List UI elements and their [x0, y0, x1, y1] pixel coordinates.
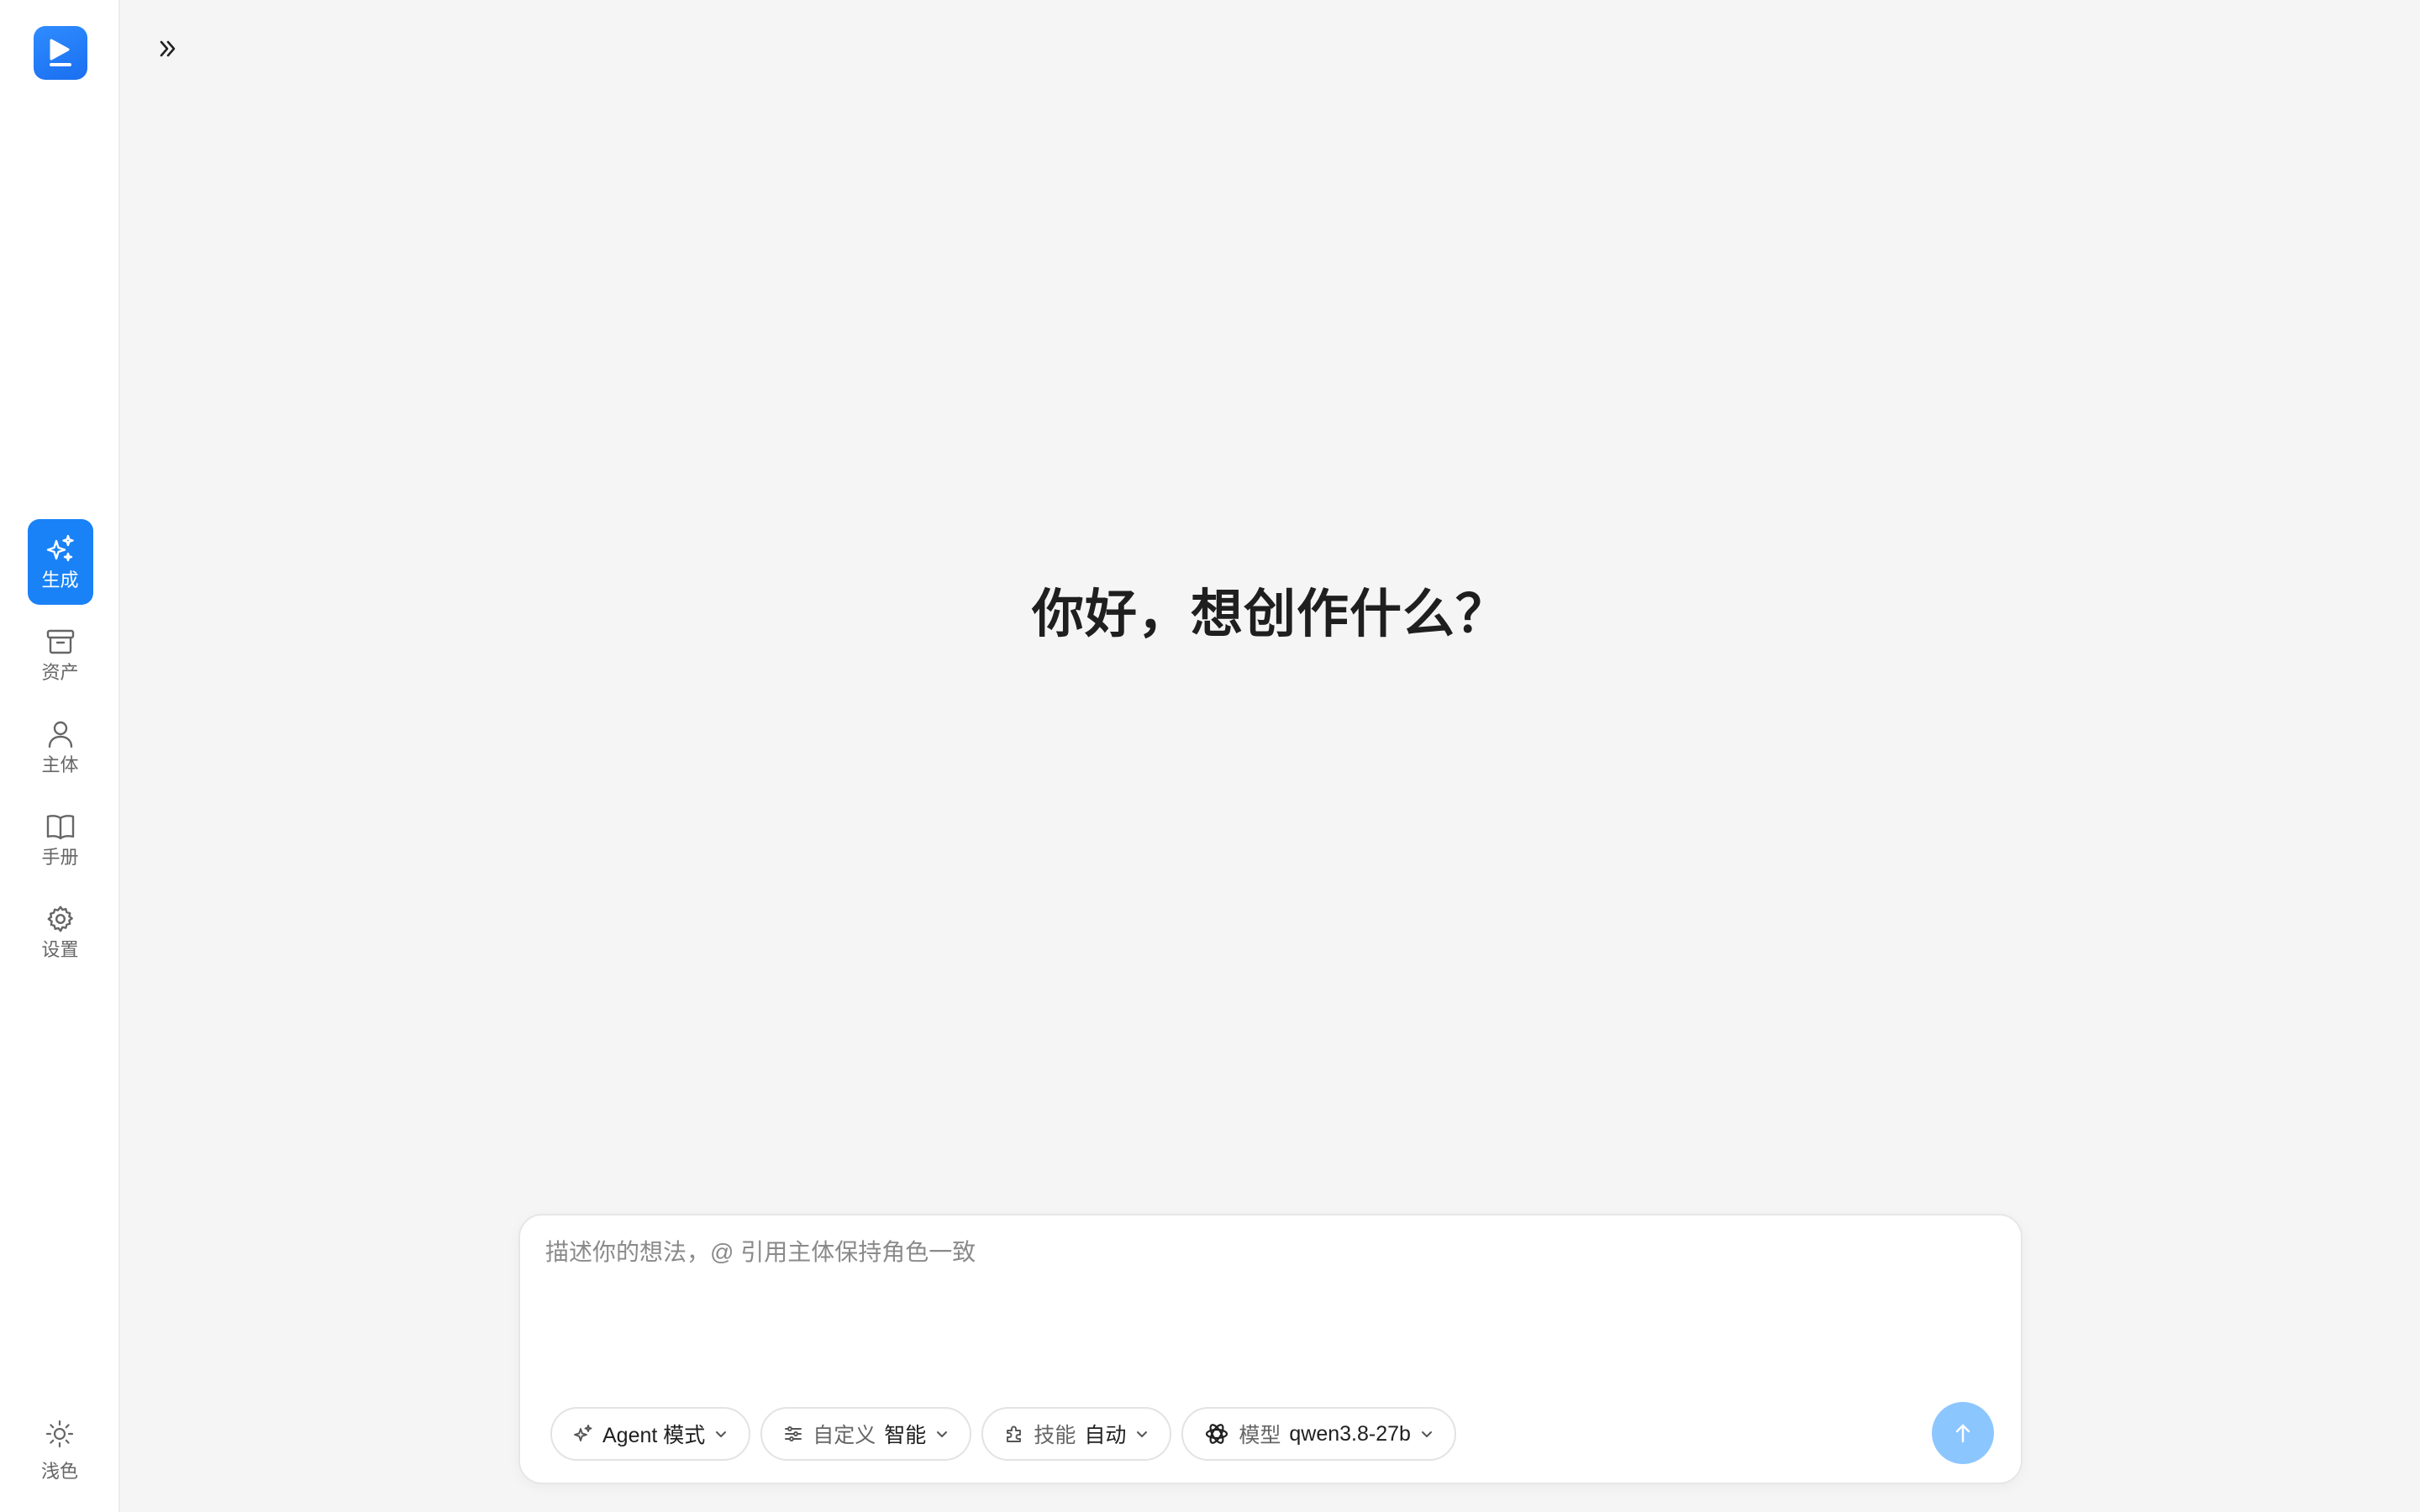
custom-label: 自定义	[813, 1424, 876, 1447]
expand-sidebar-button[interactable]	[151, 32, 185, 66]
custom-dropdown[interactable]: 自定义 智能	[760, 1407, 972, 1461]
sidebar-item-manual[interactable]: 手册	[28, 796, 93, 882]
app: 生成 资产 主体 手册 设置 浅色 你好，想创作什么？ 描述你的想法，@ 引用主…	[0, 0, 2420, 1512]
sparkle-icon	[44, 533, 77, 566]
play-logo-icon	[50, 39, 71, 66]
sidebar: 生成 资产 主体 手册 设置 浅色	[0, 0, 120, 1512]
mode-dropdown[interactable]: Agent 模式	[550, 1407, 751, 1461]
skill-dropdown[interactable]: 技能 自动	[981, 1407, 1172, 1461]
app-logo[interactable]	[34, 26, 87, 80]
send-button[interactable]	[1932, 1402, 1994, 1464]
book-icon	[44, 810, 77, 843]
sidebar-item-label: 资产	[41, 662, 79, 683]
chevron-down-icon	[713, 1426, 729, 1441]
composer-toolbar: Agent 模式 自定义 智能 技能 自动 模型 qwen3.8-27b	[550, 1407, 1456, 1461]
theme-label: 浅色	[40, 1460, 78, 1482]
sidebar-item-settings[interactable]: 设置	[28, 889, 93, 974]
model-value: qwen3.8-27b	[1289, 1421, 1411, 1446]
sparkle-icon	[572, 1423, 594, 1445]
chevron-down-icon	[934, 1426, 950, 1441]
person-icon	[44, 717, 77, 751]
sidebar-item-label: 生成	[41, 570, 79, 591]
sidebar-item-label: 手册	[41, 847, 79, 868]
sidebar-item-subjects[interactable]: 主体	[28, 704, 93, 790]
arrow-up-icon	[1955, 1424, 1970, 1443]
custom-value: 智能	[884, 1424, 927, 1447]
openai-knot-icon	[1203, 1420, 1230, 1447]
chevron-down-icon	[1134, 1426, 1150, 1441]
sidebar-item-label: 主体	[41, 754, 79, 775]
gear-icon	[44, 902, 77, 936]
theme-toggle[interactable]: 浅色	[27, 1415, 92, 1487]
sidebar-item-label: 设置	[41, 939, 79, 960]
prompt-input[interactable]	[545, 1234, 1991, 1360]
archive-box-icon	[44, 625, 77, 659]
sliders-icon	[782, 1423, 804, 1445]
prompt-composer: Agent 模式 自定义 智能	[518, 1214, 2023, 1484]
puzzle-icon	[1003, 1423, 1025, 1445]
double-chevron-right-icon	[160, 40, 176, 57]
sidebar-item-generate[interactable]: 生成	[27, 519, 93, 605]
model-dropdown[interactable]: 模型 qwen3.8-27b	[1181, 1407, 1456, 1461]
mode-label: Agent 模式	[602, 1424, 706, 1447]
sidebar-item-assets[interactable]: 资产	[28, 612, 93, 697]
sidebar-nav: 生成 资产 主体 手册 设置	[0, 519, 120, 981]
page-title: 你好，想创作什么？	[1031, 585, 1508, 643]
model-label: 模型	[1239, 1424, 1281, 1447]
skill-value: 自动	[1084, 1424, 1127, 1447]
chevron-down-icon	[1419, 1426, 1434, 1441]
skill-label: 技能	[1034, 1424, 1076, 1447]
sun-icon	[45, 1419, 75, 1453]
